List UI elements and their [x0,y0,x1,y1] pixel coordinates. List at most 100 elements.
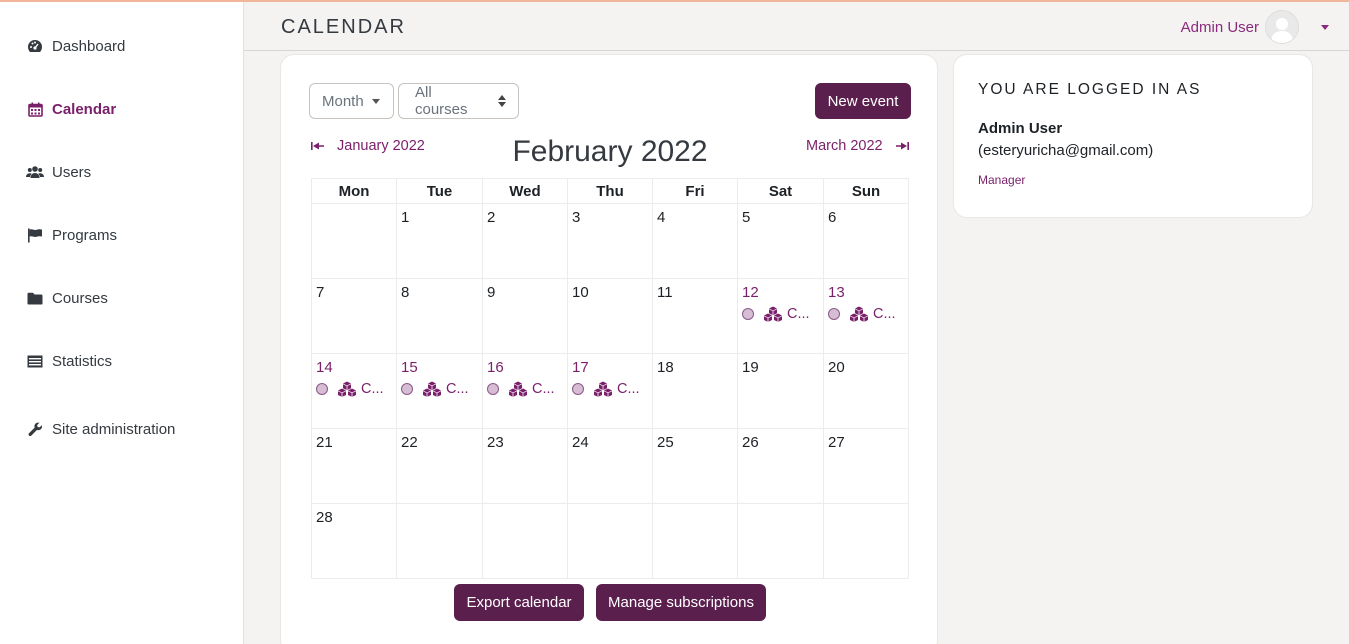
calendar-day-cell[interactable]: 4 [652,203,738,279]
sidebar-item-site-administration[interactable]: Site administration [26,420,175,438]
manage-subscriptions-button[interactable]: Manage subscriptions [596,584,766,621]
view-select-value: Month [322,92,364,110]
calendar-empty-cell [311,203,397,279]
calendar-event[interactable]: C... [742,306,819,322]
day-number: 5 [742,209,751,226]
weekday-header: Mon [311,178,397,204]
calendar-day-cell[interactable]: 17 C... [567,353,653,429]
next-month-label[interactable]: March 2022 [806,138,883,154]
export-calendar-button[interactable]: Export calendar [454,584,584,621]
view-select[interactable]: Month [309,83,394,119]
user-menu[interactable]: Admin User [1181,10,1329,44]
calendar-day-cell[interactable]: 24 [567,428,653,504]
event-type-dot-icon [828,308,840,320]
day-number[interactable]: 16 [487,359,563,376]
users-icon [26,163,44,181]
event-label[interactable]: C... [361,381,384,397]
folder-icon [26,289,44,307]
calendar-day-cell[interactable]: 23 [482,428,568,504]
day-number[interactable]: 17 [572,359,648,376]
calendar-week-row: 28 [311,503,909,579]
day-number[interactable]: 14 [316,359,392,376]
calendar-day-cell[interactable]: 21 [311,428,397,504]
sidebar-item-label: Courses [52,289,108,307]
calendar-day-cell[interactable]: 7 [311,278,397,354]
calendar-day-cell[interactable]: 26 [737,428,824,504]
event-label[interactable]: C... [787,306,810,322]
statistics-icon [26,352,44,370]
calendar-day-cell[interactable]: 11 [652,278,738,354]
day-number: 24 [572,434,589,451]
calendar-day-cell[interactable]: 6 [823,203,909,279]
sidebar-item-statistics[interactable]: Statistics [26,352,112,370]
calendar-day-cell[interactable]: 9 [482,278,568,354]
calendar-icon [26,100,44,118]
sidebar-item-programs[interactable]: Programs [26,226,117,244]
new-event-button[interactable]: New event [815,83,911,119]
calendar-day-cell[interactable]: 27 [823,428,909,504]
calendar-day-cell[interactable]: 12 C... [737,278,824,354]
weekday-header: Wed [482,178,568,204]
calendar-event[interactable]: C... [828,306,904,322]
event-type-dot-icon [401,383,413,395]
calendar-day-cell[interactable]: 10 [567,278,653,354]
calendar-day-cell[interactable]: 8 [396,278,483,354]
calendar-day-cell[interactable]: 18 [652,353,738,429]
day-number: 9 [487,284,496,301]
day-number: 3 [572,209,581,226]
calendar-day-cell[interactable]: 1 [396,203,483,279]
calendar-event[interactable]: C... [572,381,648,397]
event-label[interactable]: C... [873,306,896,322]
page-header: CALENDAR Admin User [244,2,1349,51]
calendar-event[interactable]: C... [401,381,478,397]
event-label[interactable]: C... [446,381,469,397]
calendar-week-row: 14 C... 15 C... 16 C... 17 C... 18 19 20 [311,353,909,429]
sidebar-item-courses[interactable]: Courses [26,289,108,307]
sidebar-item-calendar[interactable]: Calendar [26,100,116,118]
sidebar-item-label: Statistics [52,352,113,370]
calendar-empty-cell [567,503,653,579]
calendar-day-cell[interactable]: 3 [567,203,653,279]
user-role-link[interactable]: Manager [978,173,1025,187]
course-cubes-icon [508,381,528,397]
day-number: 27 [828,434,845,451]
day-number: 19 [742,359,759,376]
next-month-link[interactable]: March 2022 [806,138,909,154]
sidebar-item-users[interactable]: Users [26,163,91,181]
calendar-day-cell[interactable]: 5 [737,203,824,279]
event-label[interactable]: C... [532,381,555,397]
calendar-event[interactable]: C... [316,381,392,397]
day-number: 25 [657,434,674,451]
calendar-day-cell[interactable]: 13 C... [823,278,909,354]
chevron-down-icon [371,98,380,104]
sidebar-item-label: Dashboard [52,37,126,55]
calendar-day-cell[interactable]: 15 C... [396,353,483,429]
calendar-day-cell[interactable]: 19 [737,353,824,429]
calendar-day-cell[interactable]: 28 [311,503,397,579]
event-label[interactable]: C... [617,381,640,397]
weekday-header: Thu [567,178,653,204]
flag-icon [26,226,44,244]
day-number: 10 [572,284,589,301]
sidebar-item-dashboard[interactable]: Dashboard [26,37,125,55]
day-number[interactable]: 15 [401,359,478,376]
calendar-day-cell[interactable]: 16 C... [482,353,568,429]
calendar-day-cell[interactable]: 2 [482,203,568,279]
user-menu-name[interactable]: Admin User [1181,19,1259,36]
calendar-empty-cell [737,503,824,579]
calendar-day-cell[interactable]: 22 [396,428,483,504]
chevron-down-icon[interactable] [1321,24,1329,30]
day-number[interactable]: 12 [742,284,819,301]
calendar-day-cell[interactable]: 20 [823,353,909,429]
avatar[interactable] [1265,10,1299,44]
calendar-day-cell[interactable]: 14 C... [311,353,397,429]
sidebar-item-label: Calendar [52,100,117,118]
sidebar: Dashboard Calendar Users Programs Course… [0,2,244,644]
day-number: 18 [657,359,674,376]
calendar-event[interactable]: C... [487,381,563,397]
day-number[interactable]: 13 [828,284,904,301]
sort-arrows-icon [498,95,506,107]
event-type-dot-icon [487,383,499,395]
course-select[interactable]: All courses [398,83,519,119]
calendar-day-cell[interactable]: 25 [652,428,738,504]
